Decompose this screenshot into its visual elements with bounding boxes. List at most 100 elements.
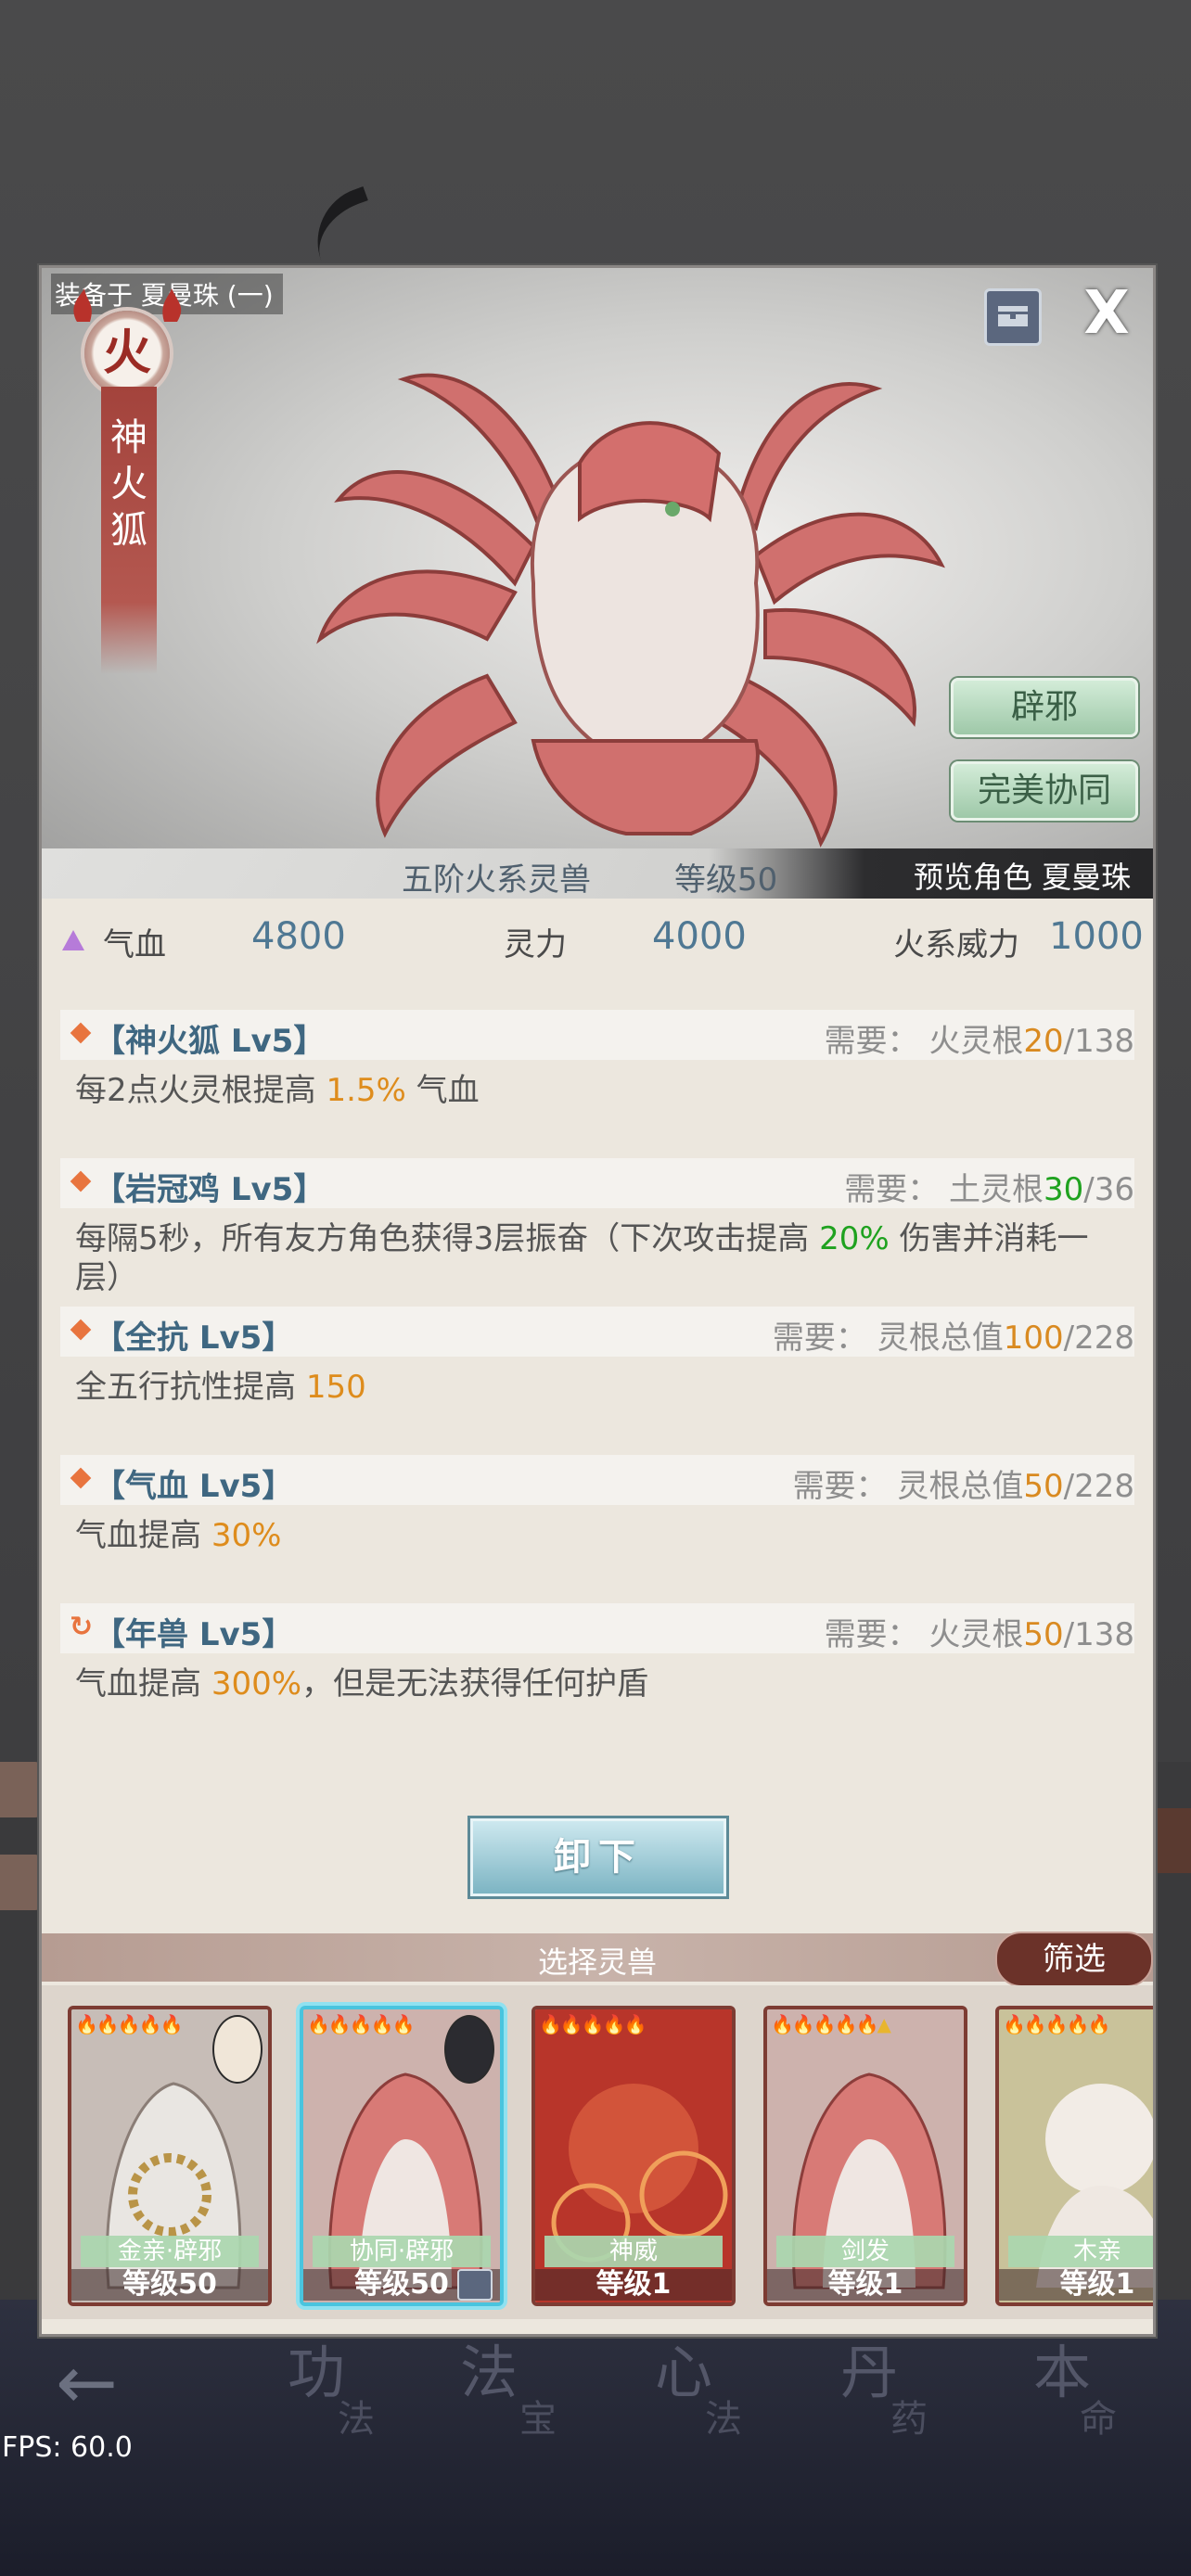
select-beast-bar: 选择灵兽 筛选: [42, 1932, 1153, 1987]
nav-item-xinfa[interactable]: 心: [655, 2326, 712, 2409]
refresh-icon: ↻: [70, 1611, 94, 1643]
desc-text: 气血提高: [75, 1665, 211, 1702]
nav-item-fabao[interactable]: 法: [460, 2326, 518, 2409]
skill-name: 【岩冠鸡 Lv5】: [94, 1171, 326, 1208]
beast-card[interactable]: 🔥🔥🔥🔥🔥 金亲·辟邪 等级50: [68, 2006, 272, 2306]
stat-fire-power-value: 1000: [1049, 915, 1144, 958]
card-tag: 金亲·辟邪: [81, 2236, 259, 2267]
skill-requirement: 需要： 灵根总值100/228: [773, 1312, 1134, 1358]
beast-card-selected[interactable]: 🔥🔥🔥🔥🔥 协同·辟邪 等级50: [300, 2006, 504, 2306]
nav-item-danyao-sub: 药: [890, 2398, 928, 2441]
beast-name-char: 狐: [110, 509, 147, 552]
upgrade-triangle-icon: [62, 930, 84, 950]
desc-highlight: 150: [305, 1369, 366, 1406]
desc-highlight: 1.5%: [326, 1072, 406, 1109]
req-label: 需要： 灵根总值: [792, 1468, 1024, 1505]
select-beast-title: 选择灵兽: [537, 1945, 657, 1980]
req-current: 30: [1044, 1171, 1084, 1208]
skill-requirement: 需要： 灵根总值50/228: [793, 1460, 1134, 1506]
req-label: 需要： 灵根总值: [772, 1320, 1004, 1357]
card-tag: 神威: [544, 2236, 723, 2267]
skill-name: 【年兽 Lv5】: [94, 1616, 294, 1653]
skill-description: 每隔5秒，所有友方角色获得3层振奋（下次攻击提高 20% 伤害并消耗一层）: [75, 1219, 1114, 1297]
beast-name-char: 火: [110, 463, 147, 505]
beast-card[interactable]: 🔥🔥🔥🔥🔥 神威 等级1: [531, 2006, 736, 2306]
desc-highlight: 300%: [211, 1665, 302, 1702]
stat-fire-power-label: 火系威力: [893, 926, 1019, 963]
fire-element-badge: 火: [84, 311, 170, 396]
skill-requirement: 需要： 土灵根30/36: [844, 1164, 1134, 1209]
card-tag: 协同·辟邪: [313, 2236, 491, 2267]
owner-avatar: [212, 2015, 263, 2084]
beast-hero-panel: 装备于 夏曼珠 (一) 火 神 火 狐 X 辟邪 完美协同 五阶火系灵兽 等级5…: [42, 268, 1153, 899]
tag-perfect-synergy[interactable]: 完美协同: [951, 761, 1138, 821]
desc-highlight: 20%: [819, 1220, 890, 1257]
star-rating: 🔥🔥🔥🔥🔥: [1003, 2013, 1111, 2035]
nav-item-fabao-sub: 宝: [519, 2398, 557, 2441]
req-label: 需要： 火灵根: [824, 1616, 1024, 1653]
req-total: /138: [1063, 1023, 1134, 1060]
unequip-button[interactable]: 卸下: [470, 1818, 726, 1896]
skill-header: ↻ 【年兽 Lv5】 需要： 火灵根50/138: [60, 1603, 1134, 1653]
card-tag: 剑发: [776, 2236, 954, 2267]
beast-detail-modal: 装备于 夏曼珠 (一) 火 神 火 狐 X 辟邪 完美协同 五阶火系灵兽 等级5…: [39, 265, 1156, 2337]
nav-item-gongfa-sub: 法: [338, 2398, 375, 2441]
star-rating: 🔥🔥🔥🔥🔥: [539, 2013, 647, 2035]
beast-name: 神 火 狐: [101, 414, 157, 554]
background-side-tab: [1150, 1808, 1191, 1873]
card-level: 等级1: [535, 2269, 732, 2301]
skill-description: 全五行抗性提高 150: [75, 1368, 1114, 1407]
nine-tailed-fox-illustration: [316, 373, 945, 848]
tag-bixie[interactable]: 辟邪: [951, 678, 1138, 737]
beast-level: 等级50: [674, 861, 778, 899]
nav-item-danyao[interactable]: 丹: [840, 2326, 898, 2409]
back-arrow-icon[interactable]: ←: [56, 2346, 139, 2420]
beast-card[interactable]: 🔥🔥🔥🔥🔥▲ 剑发 等级1: [763, 2006, 967, 2306]
req-total: /138: [1063, 1616, 1134, 1653]
owner-avatar: [444, 2015, 494, 2084]
nav-item-benming-sub: 命: [1080, 2398, 1117, 2441]
filter-button[interactable]: 筛选: [995, 1932, 1153, 1987]
bottom-nav-background: [0, 2300, 1191, 2576]
req-total: /228: [1063, 1320, 1134, 1357]
desc-text: ，但是无法获得任何护盾: [301, 1665, 649, 1702]
beast-rank: 五阶火系灵兽: [402, 861, 591, 899]
card-level: 等级1: [767, 2269, 964, 2301]
diamond-icon: [70, 1170, 92, 1192]
star-rating: 🔥🔥🔥🔥🔥: [75, 2013, 184, 2035]
desc-text: 气血: [405, 1072, 480, 1109]
inventory-chest-icon[interactable]: [984, 288, 1042, 346]
skill-name: 【全抗 Lv5】: [94, 1320, 294, 1357]
skill-header: 【气血 Lv5】 需要： 灵根总值50/228: [60, 1455, 1134, 1505]
diamond-icon: [70, 1022, 92, 1044]
diamond-icon: [70, 1467, 92, 1489]
skill-requirement: 需要： 火灵根50/138: [825, 1609, 1134, 1654]
element-label: 火: [102, 325, 151, 381]
nav-item-gongfa[interactable]: 功: [288, 2326, 345, 2409]
desc-text: 气血提高: [75, 1517, 211, 1554]
beast-stats-row: 气血 4800 灵力 4000 火系威力 1000: [42, 908, 1153, 973]
req-current: 50: [1023, 1468, 1064, 1505]
diamond-icon: [70, 1319, 92, 1341]
desc-highlight: 30%: [211, 1517, 282, 1554]
nav-item-xinfa-sub: 法: [705, 2398, 742, 2441]
skill-header: 【神火狐 Lv5】 需要： 火灵根20/138: [60, 1010, 1134, 1060]
star-rating: 🔥🔥🔥🔥🔥: [307, 2013, 416, 2035]
stat-mp-label: 灵力: [504, 926, 567, 963]
skill-name: 【神火狐 Lv5】: [94, 1023, 326, 1060]
fps-counter: FPS: 60.0: [2, 2431, 133, 2464]
background-side-tab: [0, 1762, 41, 1817]
close-button[interactable]: X: [1079, 281, 1134, 346]
skill-requirement: 需要： 火灵根20/138: [825, 1015, 1134, 1061]
star-rating: 🔥🔥🔥🔥🔥▲: [771, 2013, 891, 2035]
req-label: 需要： 土灵根: [844, 1171, 1044, 1208]
card-level: 等级50: [71, 2269, 268, 2301]
beast-card[interactable]: 🔥🔥🔥🔥🔥 木亲 等级1: [995, 2006, 1153, 2306]
req-current: 20: [1023, 1023, 1064, 1060]
beast-card-list: 🔥🔥🔥🔥🔥 金亲·辟邪 等级50 🔥🔥🔥🔥🔥 协同·辟邪 等级50 🔥🔥🔥🔥🔥 …: [42, 1985, 1153, 2319]
skill-description: 每2点火灵根提高 1.5% 气血: [75, 1071, 1114, 1110]
req-total: /36: [1083, 1171, 1134, 1208]
beast-info-footer: 五阶火系灵兽 等级50 预览角色 夏曼珠: [42, 848, 1153, 899]
skill-header: 【全抗 Lv5】 需要： 灵根总值100/228: [60, 1307, 1134, 1357]
skill-header: 【岩冠鸡 Lv5】 需要： 土灵根30/36: [60, 1158, 1134, 1208]
